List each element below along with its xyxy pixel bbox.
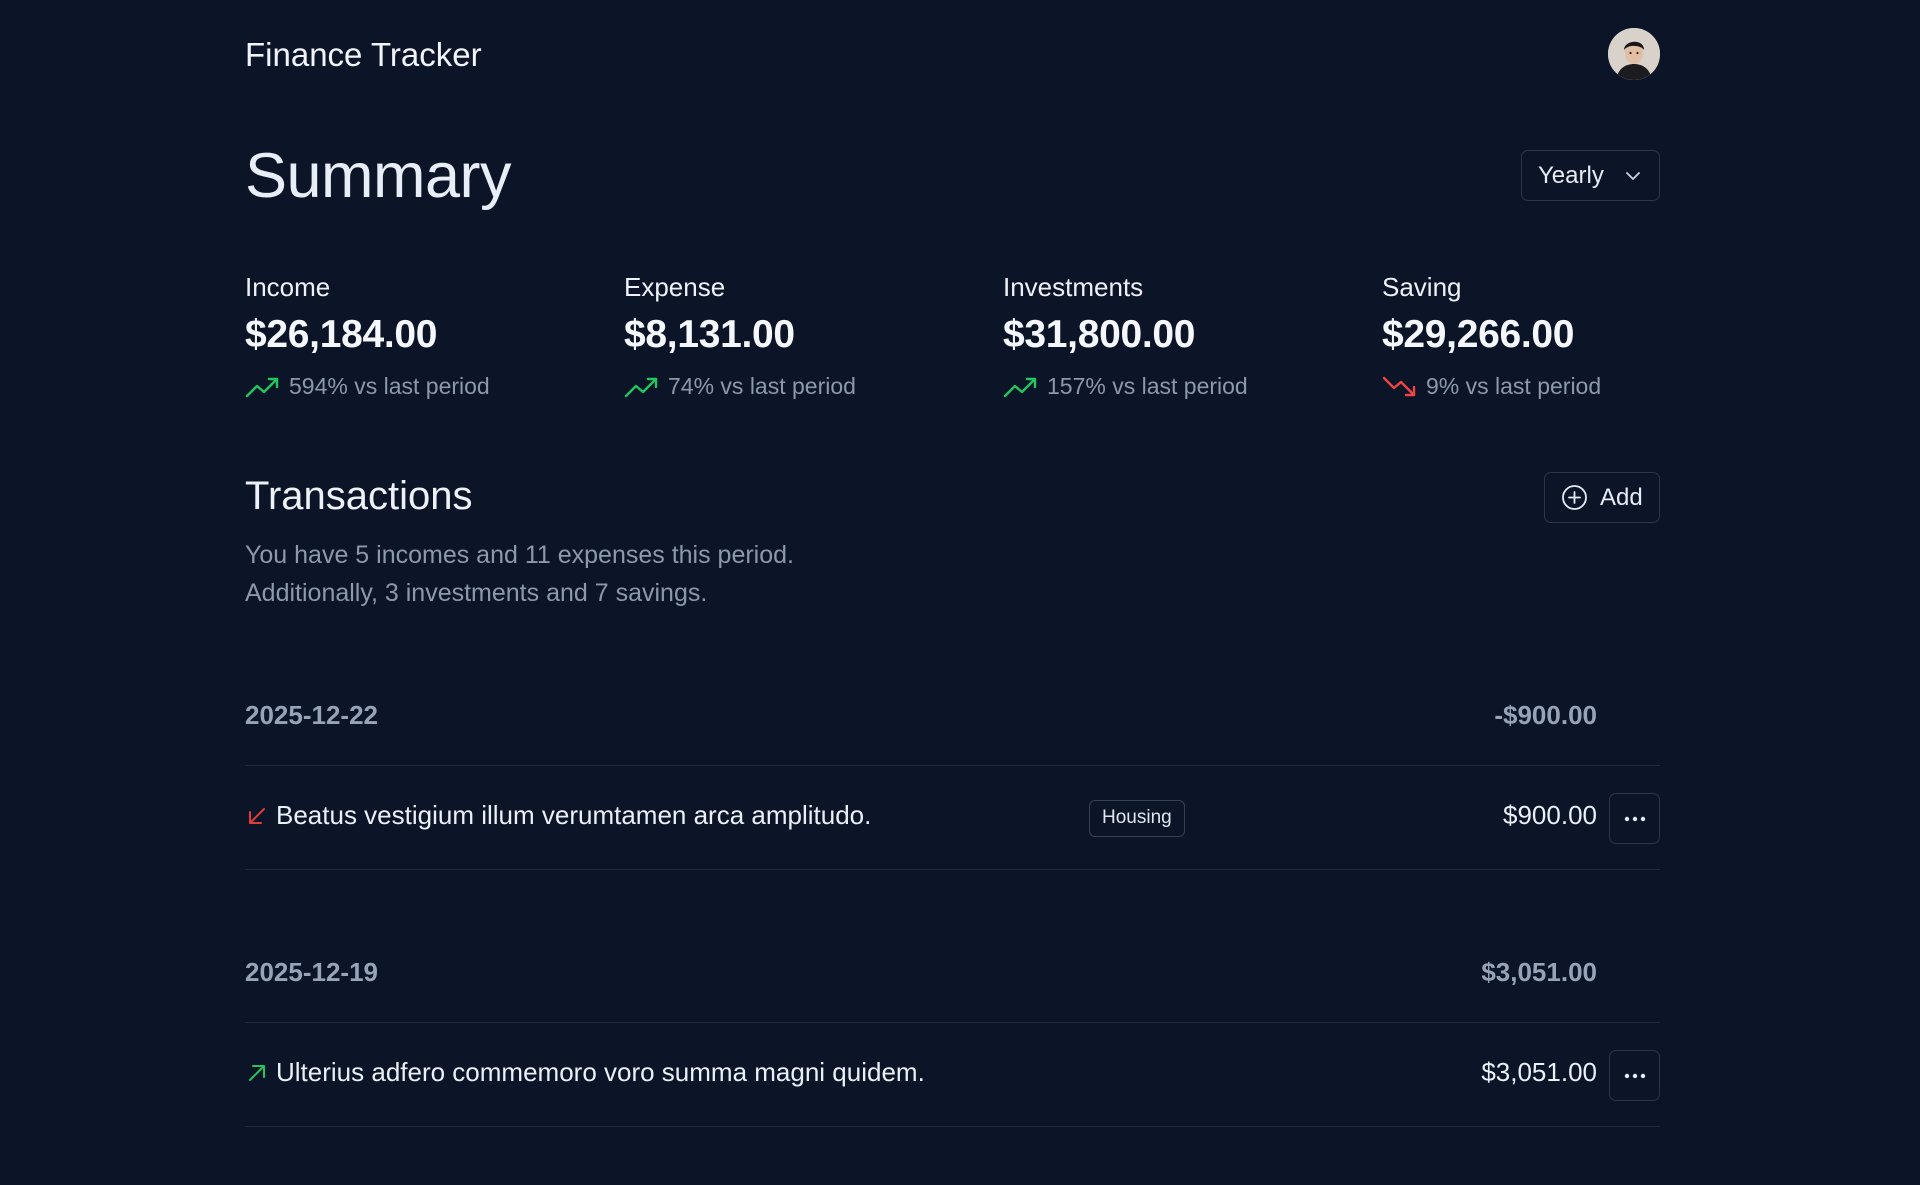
stat-trend: 594% vs last period <box>245 373 615 400</box>
summary-title: Summary <box>245 141 512 211</box>
transaction-description: Beatus vestigium illum verumtamen arca a… <box>276 800 872 830</box>
stat-income: Income $26,184.00 594% vs last period <box>245 272 615 400</box>
finance-tracker-page: Finance Tracker Summary Yearly Income $2… <box>0 0 1920 1185</box>
group-header: 2025-12-19 $3,051.00 <box>245 927 1660 1023</box>
stat-label: Income <box>245 272 331 302</box>
stat-investments: Investments $31,800.00 157% vs last peri… <box>1003 272 1373 400</box>
trending-down-icon <box>1382 376 1416 396</box>
trending-up-icon <box>245 377 279 397</box>
stat-trend: 157% vs last period <box>1003 373 1373 400</box>
stat-expense: Expense $8,131.00 74% vs last period <box>624 272 994 400</box>
transaction-group: 2025-12-22 -$900.00 Beatus vestigium ill… <box>245 670 1660 870</box>
summary-stats: Income $26,184.00 594% vs last period Ex… <box>245 272 1660 412</box>
stat-value: $8,131.00 <box>624 313 795 356</box>
avatar-image <box>1608 28 1660 80</box>
ellipsis-icon <box>1624 1073 1645 1078</box>
stat-label: Investments <box>1003 272 1144 302</box>
arrow-up-right-icon <box>249 1065 265 1081</box>
add-button-label: Add <box>1600 483 1643 511</box>
group-total: $3,051.00 <box>1481 957 1597 987</box>
group-header: 2025-12-22 -$900.00 <box>245 670 1660 766</box>
chevron-down-icon <box>1626 172 1640 180</box>
stat-label: Saving <box>1382 272 1462 302</box>
description-line: Additionally, 3 investments and 7 saving… <box>245 579 708 607</box>
plus-circle-icon <box>1562 485 1587 510</box>
stat-value: $31,800.00 <box>1003 313 1196 356</box>
transactions-description: You have 5 incomes and 11 expenses this … <box>245 536 794 612</box>
transaction-amount: $900.00 <box>1503 800 1597 830</box>
stat-trend: 9% vs last period <box>1382 373 1752 400</box>
stat-trend-text: 157% vs last period <box>1047 373 1248 399</box>
transaction-row[interactable]: Ulterius adfero commemoro voro summa mag… <box>245 1023 1660 1127</box>
ellipsis-icon <box>1624 816 1645 821</box>
transaction-amount: $3,051.00 <box>1481 1057 1597 1087</box>
trending-up-icon <box>1003 377 1037 397</box>
group-total: -$900.00 <box>1494 700 1597 730</box>
stat-trend: 74% vs last period <box>624 373 994 400</box>
stat-trend-text: 9% vs last period <box>1426 373 1602 399</box>
stat-trend-text: 594% vs last period <box>289 373 490 399</box>
group-date: 2025-12-22 <box>245 700 378 730</box>
add-transaction-button[interactable]: Add <box>1544 472 1660 523</box>
stat-saving: Saving $29,266.00 9% vs last period <box>1382 272 1752 400</box>
transaction-group: 2025-12-19 $3,051.00 Ulterius adfero com… <box>245 927 1660 1127</box>
transactions-title: Transactions <box>245 474 473 518</box>
more-options-button[interactable] <box>1609 1050 1660 1101</box>
group-date: 2025-12-19 <box>245 957 378 987</box>
stat-value: $26,184.00 <box>245 313 438 356</box>
stat-value: $29,266.00 <box>1382 313 1575 356</box>
app-title: Finance Tracker <box>245 36 482 73</box>
category-badge: Housing <box>1089 800 1185 837</box>
stat-label: Expense <box>624 272 726 302</box>
description-line: You have 5 incomes and 11 expenses this … <box>245 541 794 569</box>
user-avatar[interactable] <box>1608 28 1660 80</box>
more-options-button[interactable] <box>1609 793 1660 844</box>
period-dropdown[interactable]: Yearly <box>1521 150 1660 201</box>
period-dropdown-value: Yearly <box>1538 161 1604 189</box>
top-header: Finance Tracker <box>245 28 1660 84</box>
transaction-description: Ulterius adfero commemoro voro summa mag… <box>276 1057 925 1087</box>
arrow-down-left-icon <box>249 808 265 824</box>
stat-trend-text: 74% vs last period <box>668 373 856 399</box>
trending-up-icon <box>624 377 658 397</box>
transaction-row[interactable]: Beatus vestigium illum verumtamen arca a… <box>245 766 1660 870</box>
